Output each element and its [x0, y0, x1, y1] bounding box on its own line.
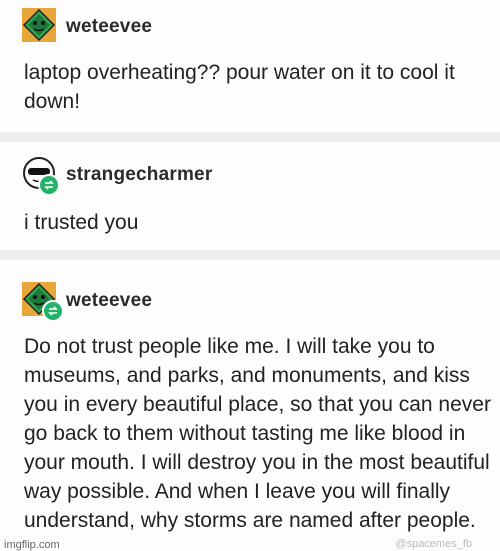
post-divider — [0, 132, 500, 142]
post-username[interactable]: strangecharmer — [66, 164, 212, 186]
reblog-badge-icon — [38, 174, 60, 196]
post-body: Do not trust people like me. I will take… — [24, 335, 491, 532]
post-2: strangecharmer i trusted you — [0, 142, 500, 250]
post-username[interactable]: weteevee — [66, 290, 152, 312]
post-3: weteevee Do not trust people like me. I … — [0, 260, 500, 551]
post-body: i trusted you — [24, 211, 139, 234]
post-1: weteevee laptop overheating?? pour water… — [0, 0, 500, 132]
imgflip-watermark: imgflip.com — [2, 539, 62, 551]
green-diamond-face-icon[interactable] — [22, 8, 56, 42]
post-divider — [0, 250, 500, 260]
post-username[interactable]: weteevee — [66, 16, 152, 38]
post-body: laptop overheating?? pour water on it to… — [24, 61, 455, 113]
source-watermark: @spacemes_fb — [395, 538, 472, 550]
reblog-badge-icon — [42, 300, 64, 322]
